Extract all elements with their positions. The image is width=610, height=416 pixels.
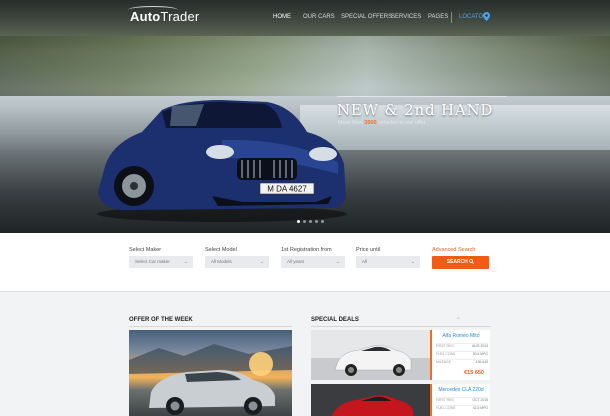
deal-spec-key: FIRST REG (436, 344, 455, 348)
deal-image[interactable] (311, 330, 430, 380)
logo-light: Trader (160, 9, 200, 24)
hero-slider: M DA 4627 AutoTrader HOME OUR CARS SPECI… (0, 0, 610, 233)
site-header: AutoTrader HOME OUR CARS SPECIAL OFFERS … (0, 0, 610, 36)
registration-select-value: All years (287, 259, 305, 264)
deal-card[interactable]: Alfa Romeo Mito FIRST REG AUG 2013 FUEL C… (430, 330, 490, 380)
deal-image[interactable] (311, 384, 430, 416)
deal-spec-row: FIRST REG AUG 2013 (436, 343, 488, 350)
nav-special-offers[interactable]: SPECIAL OFFERS (341, 14, 392, 20)
model-select[interactable]: All Models ⌄ (205, 256, 269, 268)
deal-spec-key: FUEL CONS (436, 352, 456, 356)
license-plate: M DA 4627 (267, 185, 307, 194)
nav-our-cars[interactable]: OUR CARS (303, 14, 335, 20)
nav-pages[interactable]: PAGES (428, 14, 448, 20)
hero-title-divider (337, 96, 507, 97)
nav-home[interactable]: HOME (273, 14, 291, 20)
maker-select-value: Select Car maker (135, 259, 170, 264)
registration-select[interactable]: All years ⌄ (281, 256, 345, 268)
deal-car-image (311, 330, 430, 380)
maker-select[interactable]: Select Car maker ⌄ (129, 256, 193, 268)
deal-spec-value: 136 643 (475, 360, 488, 364)
slider-dot[interactable] (297, 220, 300, 223)
search-icon (469, 258, 475, 264)
slider-dot[interactable] (309, 220, 312, 223)
model-label: Select Model (205, 247, 237, 253)
hero-subtitle-suffix: vehicles in our offer (376, 120, 426, 126)
search-button-label: SEARCH (446, 259, 468, 265)
nav-services[interactable]: SERVICES (391, 14, 421, 20)
slider-dot[interactable] (315, 220, 318, 223)
deal-card[interactable]: Mercedes CLA 220d FIRST REG OCT 2015 FUEL… (430, 384, 490, 416)
deal-spec-row: FUEL CONS 30.6 MPG (436, 351, 488, 358)
hero-background-trees (0, 36, 610, 96)
deals-section-title: SPECIAL DEALS (311, 317, 359, 323)
hero-title: NEW & 2nd HAND (337, 101, 494, 119)
deal-spec-value: OCT 2015 (472, 398, 488, 402)
nav-divider (451, 12, 452, 23)
chevron-down-icon: ⌄ (259, 259, 264, 265)
deal-spec-value: 30.6 MPG (472, 352, 488, 356)
hero-car-image: M DA 4627 (97, 100, 347, 222)
deal-spec-row: FUEL CONS 42.6 MPG (436, 405, 488, 412)
chevron-down-icon: ⌄ (335, 259, 340, 265)
price-select[interactable]: All ⌄ (356, 256, 420, 268)
logo-bold: Auto (130, 9, 161, 24)
offer-car-image (129, 344, 292, 415)
chevron-down-icon: ⌄ (183, 259, 188, 265)
deal-spec-value: 42.6 MPG (472, 406, 488, 410)
price-select-value: All (362, 259, 368, 264)
map-pin-icon[interactable] (483, 12, 490, 21)
advanced-search-link[interactable]: Advanced Search (432, 247, 475, 253)
deal-price: €15 650 (464, 370, 484, 376)
deal-spec-key: MILEAGE (436, 360, 452, 364)
content-section (0, 291, 610, 416)
deal-spec-value: AUG 2013 (472, 344, 488, 348)
chevron-up-icon[interactable]: ⌃ (455, 316, 462, 325)
hero-subtitle: More than 3500 vehicles in our offer (338, 120, 426, 126)
chevron-down-icon: ⌄ (410, 259, 415, 265)
search-button[interactable]: SEARCH (432, 256, 489, 269)
model-select-value: All Models (211, 259, 232, 264)
slider-dot[interactable] (321, 220, 324, 223)
offer-divider (129, 326, 292, 327)
slider-dot[interactable] (303, 220, 306, 223)
deals-divider (311, 326, 491, 327)
slider-pagination (297, 220, 324, 223)
deal-spec-row: FIRST REG OCT 2015 (436, 397, 488, 404)
deal-title[interactable]: Alfa Romeo Mito (432, 333, 490, 339)
deal-title[interactable]: Mercedes CLA 220d (432, 387, 490, 393)
deal-spec-key: FIRST REG (436, 398, 455, 402)
hero-subtitle-prefix: More than (338, 120, 365, 126)
price-label: Price until (356, 247, 381, 253)
registration-label: 1st Registration from (281, 247, 332, 253)
offer-section-title: OFFER OF THE WEEK (129, 317, 193, 323)
offer-image[interactable] (129, 330, 292, 416)
maker-label: Select Maker (129, 247, 162, 253)
site-logo[interactable]: AutoTrader (130, 9, 199, 24)
hero-subtitle-highlight: 3500 (364, 120, 377, 126)
deal-car-image (311, 384, 430, 416)
deal-spec-row: MILEAGE 136 643 (436, 359, 488, 366)
deal-spec-key: FUEL CONS (436, 406, 456, 410)
